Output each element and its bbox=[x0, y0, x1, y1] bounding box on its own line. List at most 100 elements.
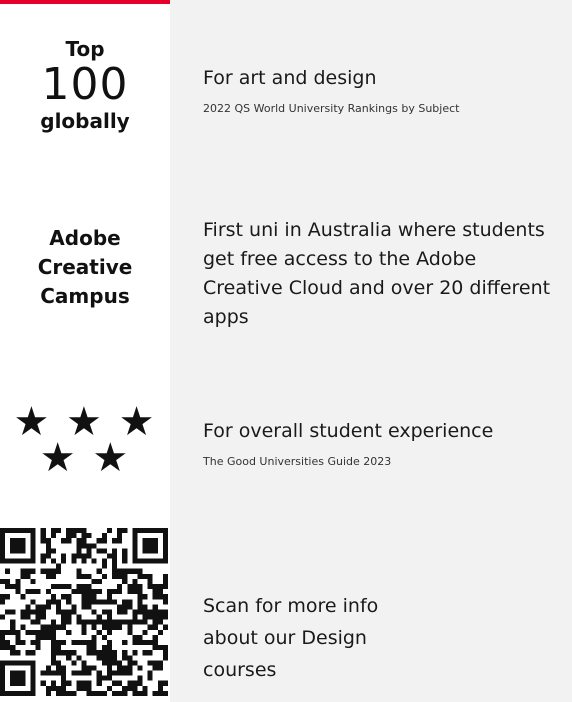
qr-module bbox=[152, 594, 158, 600]
qr-module bbox=[152, 538, 158, 544]
qr-module bbox=[91, 690, 97, 696]
qr-module bbox=[152, 528, 158, 534]
qr-module bbox=[86, 670, 92, 676]
qr-module bbox=[30, 680, 36, 686]
qr-module bbox=[40, 634, 46, 640]
qr-module bbox=[5, 645, 11, 651]
qr-module bbox=[122, 568, 128, 574]
qr-module bbox=[112, 589, 118, 595]
qr-module bbox=[45, 665, 51, 671]
page: Top 100 globally Adobe Creative Campus ★… bbox=[0, 0, 572, 702]
adobe-stat: Adobe Creative Campus bbox=[0, 224, 170, 311]
qr-module bbox=[76, 589, 82, 595]
qr-module bbox=[127, 670, 133, 676]
qr-module bbox=[157, 680, 163, 686]
qr-module bbox=[20, 594, 26, 600]
qr-module bbox=[147, 624, 153, 630]
qr-module bbox=[106, 640, 112, 646]
qr-module bbox=[20, 640, 26, 646]
qr-module bbox=[0, 645, 6, 651]
qr-module bbox=[10, 528, 16, 534]
qr-module bbox=[117, 604, 123, 610]
qr-module bbox=[142, 629, 148, 635]
qr-module bbox=[127, 619, 133, 625]
qr-module bbox=[101, 563, 107, 569]
qr-module bbox=[40, 629, 46, 635]
qr-module bbox=[10, 675, 16, 681]
qr-module bbox=[56, 604, 62, 610]
qr-module bbox=[106, 599, 112, 605]
qr-module bbox=[76, 640, 82, 646]
qr-module bbox=[157, 614, 163, 620]
qr-module bbox=[71, 640, 77, 646]
qr-module bbox=[40, 533, 46, 539]
qr-module bbox=[81, 604, 87, 610]
qr-module bbox=[86, 604, 92, 610]
qr-module bbox=[86, 543, 92, 549]
qr-module bbox=[86, 680, 92, 686]
qr-module bbox=[101, 619, 107, 625]
qr-module bbox=[71, 589, 77, 595]
qr-module bbox=[5, 584, 11, 590]
qr-module bbox=[137, 599, 143, 605]
qr-module bbox=[117, 690, 123, 696]
qr-module bbox=[152, 589, 158, 595]
qr-module bbox=[81, 528, 87, 534]
qr-module bbox=[81, 624, 87, 630]
qr-module bbox=[152, 660, 158, 666]
qr-module bbox=[71, 690, 77, 696]
qr-module bbox=[81, 594, 87, 600]
qr-module bbox=[117, 528, 123, 534]
qr-module bbox=[162, 645, 168, 651]
qr-module bbox=[81, 533, 87, 539]
qr-module bbox=[162, 533, 168, 539]
qr-module bbox=[76, 528, 82, 534]
qr-module bbox=[20, 609, 26, 615]
qr-module bbox=[152, 558, 158, 564]
qr-module bbox=[61, 594, 67, 600]
qr-module bbox=[101, 548, 107, 554]
qr-module bbox=[147, 528, 153, 534]
qr-module bbox=[0, 528, 6, 534]
qr-module bbox=[101, 538, 107, 544]
qr-module bbox=[137, 680, 143, 686]
qr-module bbox=[20, 543, 26, 549]
qr-module bbox=[86, 650, 92, 656]
qr-module bbox=[112, 548, 118, 554]
qr-module bbox=[117, 609, 123, 615]
qr-module bbox=[91, 624, 97, 630]
qr-code-icon[interactable] bbox=[0, 528, 168, 696]
qr-module bbox=[35, 634, 41, 640]
qr-module bbox=[20, 675, 26, 681]
qr-module bbox=[71, 650, 77, 656]
qr-module bbox=[61, 690, 67, 696]
qr-module bbox=[0, 543, 6, 549]
qr-module bbox=[0, 680, 6, 686]
qr-module bbox=[157, 558, 163, 564]
art-design-source: 2022 QS World University Rankings by Sub… bbox=[203, 102, 460, 115]
qr-module bbox=[112, 568, 118, 574]
qr-module bbox=[157, 584, 163, 590]
qr-module bbox=[127, 685, 133, 691]
qr-module bbox=[112, 655, 118, 661]
qr-module bbox=[112, 650, 118, 656]
qr-module bbox=[40, 670, 46, 676]
qr-module bbox=[132, 538, 138, 544]
qr-module bbox=[35, 619, 41, 625]
qr-module bbox=[50, 629, 56, 635]
qr-module bbox=[132, 634, 138, 640]
qr-module bbox=[10, 650, 16, 656]
qr-module bbox=[61, 609, 67, 615]
qr-module bbox=[5, 609, 11, 615]
qr-module bbox=[50, 533, 56, 539]
qr-module bbox=[50, 680, 56, 686]
qr-module bbox=[15, 640, 21, 646]
qr-module bbox=[112, 690, 118, 696]
qr-module bbox=[101, 645, 107, 651]
qr-module bbox=[40, 609, 46, 615]
qr-module bbox=[152, 614, 158, 620]
qr-module bbox=[142, 619, 148, 625]
qr-module bbox=[127, 599, 133, 605]
qr-module bbox=[117, 573, 123, 579]
qr-module bbox=[162, 553, 168, 559]
